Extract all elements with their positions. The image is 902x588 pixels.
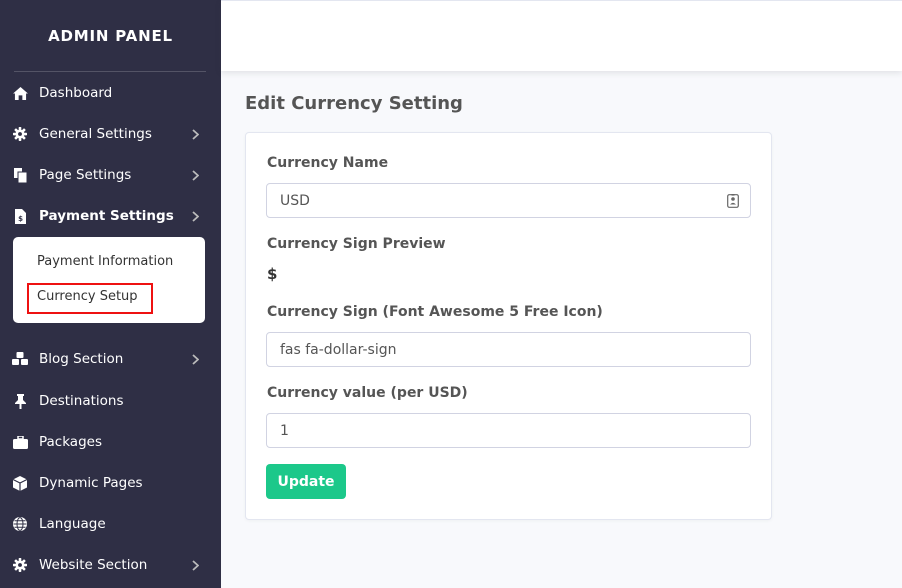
currency-value-input[interactable]: 1: [266, 413, 751, 448]
sidebar-item-label: Dynamic Pages: [39, 475, 143, 491]
currency-form-card: Currency Name USD Currency Sign Preview …: [245, 132, 772, 520]
sidebar-item-packages[interactable]: Packages: [0, 431, 221, 453]
copy-icon: [12, 167, 28, 183]
currency-name-input[interactable]: USD: [266, 183, 751, 218]
sidebar-item-label: Dashboard: [39, 85, 113, 101]
sidebar-item-dashboard[interactable]: Dashboard: [0, 82, 221, 104]
sidebar-item-label: Page Settings: [39, 167, 132, 183]
chevron-right-icon: [189, 169, 201, 181]
currency-sign-input[interactable]: fas fa-dollar-sign: [266, 332, 751, 367]
currency-sign-label: Currency Sign (Font Awesome 5 Free Icon): [267, 304, 603, 320]
sidebar-item-label: Website Section: [39, 557, 148, 573]
sidebar-item-label: General Settings: [39, 126, 152, 142]
sidebar-divider: [14, 71, 206, 72]
sidebar-item-website-section[interactable]: Website Section: [0, 554, 221, 576]
svg-text:$: $: [18, 215, 23, 223]
sidebar-item-label: Language: [39, 516, 106, 532]
file-invoice-dollar-icon: $: [12, 208, 28, 224]
sidebar-item-label: Payment Settings: [39, 208, 174, 224]
cubes-icon: [12, 351, 28, 367]
sidebar-item-label: Packages: [39, 434, 102, 450]
globe-icon: [12, 516, 28, 532]
sidebar-item-general-settings[interactable]: General Settings: [0, 123, 221, 145]
sidebar-item-dynamic-pages[interactable]: Dynamic Pages: [0, 472, 221, 494]
submenu-item-payment-information[interactable]: Payment Information: [37, 254, 173, 269]
update-button[interactable]: Update: [266, 464, 346, 499]
gear-icon: [12, 126, 28, 142]
sidebar-item-destinations[interactable]: Destinations: [0, 390, 221, 412]
gear-icon: [12, 557, 28, 573]
page-title: Edit Currency Setting: [245, 93, 463, 114]
home-icon: [12, 85, 28, 101]
currency-name-label: Currency Name: [267, 155, 389, 171]
submenu-item-currency-setup[interactable]: Currency Setup: [37, 289, 138, 304]
sidebar-item-label: Blog Section: [39, 351, 124, 367]
chevron-right-icon: [189, 353, 201, 365]
currency-value-label: Currency value (per USD): [267, 385, 468, 401]
thumbtack-icon: [12, 393, 28, 409]
sidebar-item-blog-section[interactable]: Blog Section: [0, 348, 221, 370]
sidebar-item-page-settings[interactable]: Page Settings: [0, 164, 221, 186]
chevron-right-icon: [189, 559, 201, 571]
contact-card-icon: [727, 193, 739, 208]
sign-preview-label: Currency Sign Preview: [267, 236, 446, 252]
dollar-sign-icon: $: [267, 265, 278, 283]
sidebar-item-payment-settings[interactable]: $ Payment Settings: [0, 205, 221, 227]
topbar: [221, 0, 902, 71]
sidebar-item-language[interactable]: Language: [0, 513, 221, 535]
payment-settings-submenu: Payment Information Currency Setup: [13, 237, 205, 323]
currency-value-value: 1: [280, 422, 289, 439]
currency-sign-value: fas fa-dollar-sign: [280, 341, 397, 358]
sidebar-item-label: Destinations: [39, 393, 124, 409]
chevron-right-icon: [189, 210, 201, 222]
sidebar: ADMIN PANEL Dashboard General Settings P…: [0, 0, 221, 588]
chevron-right-icon: [189, 128, 201, 140]
currency-name-value: USD: [280, 192, 310, 209]
brand-title: ADMIN PANEL: [48, 26, 173, 45]
suitcase-icon: [12, 434, 28, 450]
cube-icon: [12, 475, 28, 491]
